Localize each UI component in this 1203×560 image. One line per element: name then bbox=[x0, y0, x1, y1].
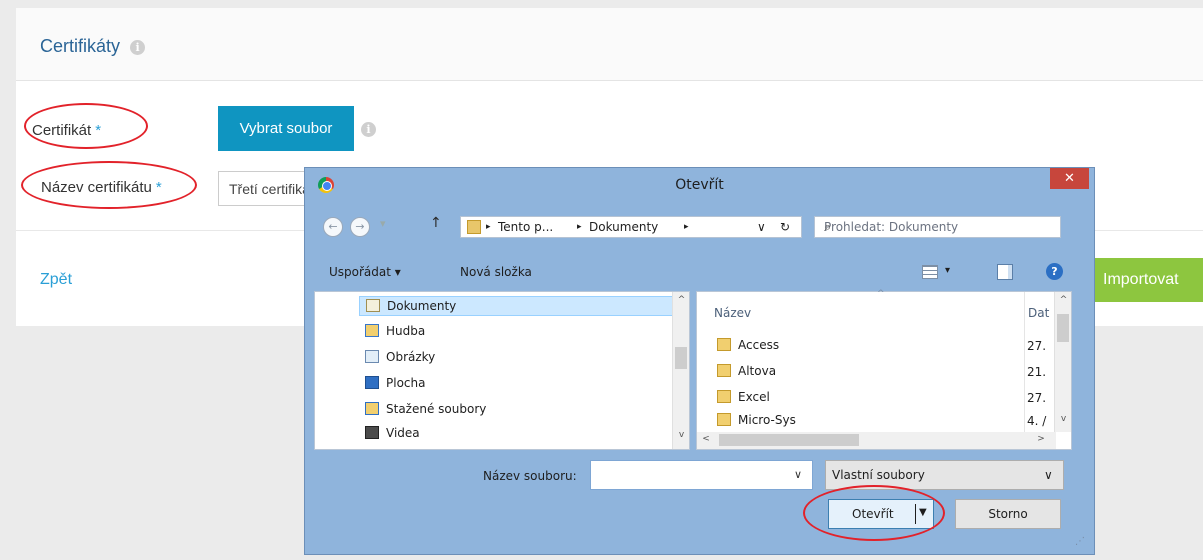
file-type-value: Vlastní soubory bbox=[832, 468, 925, 482]
annotation-ellipse bbox=[24, 103, 148, 149]
downloads-icon bbox=[365, 402, 379, 415]
scroll-thumb[interactable] bbox=[675, 347, 687, 369]
tree-item-stazene-soubory[interactable]: Stažené soubory bbox=[365, 400, 486, 420]
file-date: 4. / bbox=[1027, 414, 1047, 428]
breadcrumb-sep: ▸ bbox=[684, 222, 689, 232]
back-link[interactable]: Zpět bbox=[40, 271, 72, 289]
search-placeholder: Prohledat: Dokumenty bbox=[824, 220, 959, 234]
filename-label: Název souboru: bbox=[483, 469, 577, 483]
file-row-micro-sys[interactable]: Micro-Sys bbox=[717, 413, 796, 431]
scroll-right-icon[interactable]: > bbox=[1035, 434, 1047, 444]
breadcrumb-sep: ▸ bbox=[486, 222, 491, 232]
file-row-altova[interactable]: Altova bbox=[717, 364, 776, 382]
filename-dropdown-icon[interactable]: ∨ bbox=[794, 468, 802, 481]
music-icon bbox=[365, 324, 379, 337]
search-icon[interactable]: ⌕ bbox=[824, 220, 831, 235]
page-title: Certifikáty i bbox=[40, 36, 146, 57]
tree-item-label: Stažené soubory bbox=[386, 402, 487, 416]
file-name: Excel bbox=[738, 390, 770, 404]
file-row-access[interactable]: Access bbox=[717, 338, 779, 356]
address-bar[interactable]: ▸ Tento p... ▸ Dokumenty ▸ ∨ ↻ bbox=[460, 216, 802, 238]
tree-item-label: Hudba bbox=[386, 324, 426, 338]
tree-item-label: Dokumenty bbox=[387, 299, 457, 313]
import-button[interactable]: Importovat bbox=[1089, 258, 1203, 302]
dialog-title: Otevřít bbox=[675, 177, 724, 193]
recent-locations-icon[interactable]: ▾ bbox=[380, 217, 386, 230]
dialog-titlebar[interactable]: Otevřít ✕ bbox=[305, 168, 1094, 199]
videos-icon bbox=[365, 426, 379, 439]
file-name: Access bbox=[738, 338, 780, 352]
tree-item-label: Videa bbox=[386, 426, 420, 440]
navigation-pane: Dokumenty Hudba Obrázky Plocha Stažené s… bbox=[314, 291, 690, 450]
folder-icon bbox=[717, 338, 731, 351]
tree-item-videa[interactable]: Videa bbox=[365, 424, 420, 444]
tree-item-obrazky[interactable]: Obrázky bbox=[365, 348, 435, 368]
page-title-text: Certifikáty bbox=[40, 36, 121, 56]
file-name: Micro-Sys bbox=[738, 413, 796, 427]
annotation-ellipse bbox=[21, 161, 197, 209]
forward-arrow-icon[interactable]: → bbox=[350, 217, 370, 237]
file-type-dropdown-icon[interactable]: ∨ bbox=[1044, 468, 1053, 482]
file-row-excel[interactable]: Excel bbox=[717, 390, 770, 408]
tree-item-label: Plocha bbox=[386, 376, 426, 390]
breadcrumb-documents[interactable]: Dokumenty bbox=[589, 220, 658, 234]
navigation-bar: ← → ▾ ↑ ▸ Tento p... ▸ Dokumenty ▸ ∨ ↻ P… bbox=[314, 211, 1071, 239]
address-dropdown-icon[interactable]: ∨ bbox=[757, 220, 766, 234]
help-icon[interactable]: ? bbox=[1046, 263, 1063, 280]
tree-item-plocha[interactable]: Plocha bbox=[365, 374, 425, 394]
file-name: Altova bbox=[738, 364, 777, 378]
close-button[interactable]: ✕ bbox=[1050, 168, 1089, 189]
clipped-row-wrapper: Micro-Sys 4. / bbox=[697, 410, 1056, 432]
up-arrow-icon[interactable]: ↑ bbox=[430, 215, 442, 231]
annotation-ellipse bbox=[803, 485, 945, 541]
refresh-icon[interactable]: ↻ bbox=[780, 220, 790, 234]
file-info-icon[interactable]: i bbox=[361, 122, 376, 137]
file-list-pane: Název ^ Dat Access 27. Altova 21. Excel … bbox=[696, 289, 1072, 450]
scroll-thumb[interactable] bbox=[1057, 314, 1069, 342]
organize-menu[interactable]: Uspořádat ▾ bbox=[329, 265, 401, 279]
info-icon[interactable]: i bbox=[130, 39, 146, 55]
desktop-icon bbox=[365, 376, 379, 389]
documents-icon bbox=[467, 220, 481, 234]
column-header-name[interactable]: Název bbox=[714, 306, 751, 320]
back-arrow-icon[interactable]: ← bbox=[323, 217, 343, 237]
search-input[interactable]: Prohledat: Dokumenty ⌕ bbox=[814, 216, 1061, 238]
column-header-date[interactable]: Dat bbox=[1028, 306, 1049, 320]
scroll-left-icon[interactable]: < bbox=[700, 434, 712, 444]
pictures-icon bbox=[365, 350, 379, 363]
folder-icon bbox=[717, 390, 731, 403]
panel-header: Certifikáty i bbox=[16, 8, 1203, 81]
file-list-vscrollbar[interactable]: ^ v bbox=[1054, 292, 1071, 432]
view-options-icon[interactable] bbox=[922, 265, 938, 279]
resize-grip-icon[interactable]: ⋰ bbox=[1075, 536, 1085, 547]
view-dropdown-icon[interactable]: ▾ bbox=[945, 265, 950, 276]
preview-pane-icon[interactable] bbox=[997, 264, 1013, 280]
scroll-down-icon[interactable]: v bbox=[1055, 414, 1072, 424]
scroll-down-icon[interactable]: v bbox=[673, 430, 690, 440]
folder-icon bbox=[717, 413, 731, 426]
file-date: 27. bbox=[1027, 339, 1047, 353]
tree-scrollbar[interactable]: ^ v bbox=[672, 292, 689, 449]
choose-file-button[interactable]: Vybrat soubor bbox=[218, 106, 354, 151]
documents-icon bbox=[366, 299, 380, 312]
scroll-up-icon[interactable]: ^ bbox=[1055, 295, 1072, 305]
open-file-dialog: Otevřít ✕ ← → ▾ ↑ ▸ Tento p... ▸ Dokumen… bbox=[304, 167, 1095, 555]
tree-item-label: Obrázky bbox=[386, 350, 436, 364]
cancel-button[interactable]: Storno bbox=[955, 499, 1061, 529]
breadcrumb-sep: ▸ bbox=[577, 222, 582, 232]
folder-icon bbox=[717, 364, 731, 377]
scroll-thumb[interactable] bbox=[719, 434, 859, 446]
file-date: 21. bbox=[1027, 365, 1047, 379]
file-list-hscrollbar[interactable]: < > bbox=[697, 432, 1056, 449]
scroll-up-icon[interactable]: ^ bbox=[673, 295, 690, 305]
file-date: 27. bbox=[1027, 391, 1047, 405]
tree-item-hudba[interactable]: Hudba bbox=[365, 322, 425, 342]
breadcrumb-this-pc[interactable]: Tento p... bbox=[498, 220, 553, 234]
new-folder-button[interactable]: Nová složka bbox=[460, 265, 532, 279]
sort-arrow-icon: ^ bbox=[877, 289, 885, 299]
dialog-toolbar: Uspořádat ▾ Nová složka ▾ ? bbox=[314, 259, 1071, 289]
filename-input[interactable] bbox=[590, 460, 813, 490]
tree-item-dokumenty[interactable]: Dokumenty bbox=[359, 296, 675, 316]
